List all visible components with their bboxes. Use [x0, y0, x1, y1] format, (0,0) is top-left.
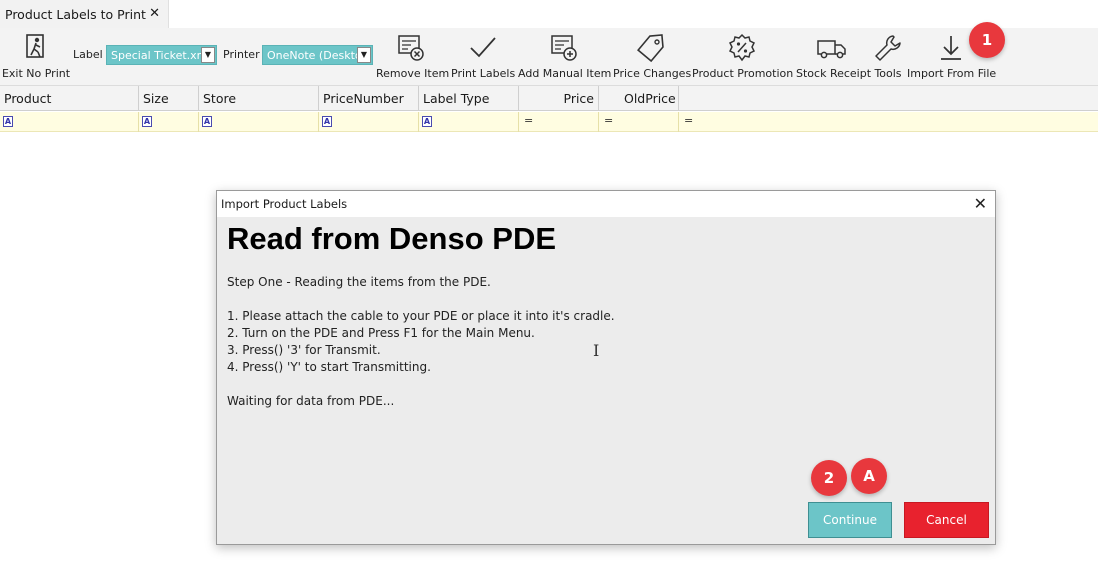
text-cursor-icon: I — [593, 341, 600, 360]
price-changes-button[interactable]: Price Changes — [613, 28, 692, 86]
callout-badge-a: A — [851, 458, 887, 494]
remove-item-label: Remove Item — [376, 67, 450, 80]
chevron-down-icon[interactable]: ▼ — [201, 47, 215, 63]
product-promotion-label: Product Promotion — [692, 67, 794, 80]
toolbar: Exit No Print Label Special Ticket.xml ▼… — [0, 28, 1098, 86]
waiting-status: Waiting for data from PDE... — [227, 394, 395, 408]
equals-filter-icon[interactable]: = — [524, 114, 533, 127]
instruction-line-1: 1. Please attach the cable to your PDE o… — [227, 309, 615, 323]
wrench-icon — [875, 35, 901, 61]
text-filter-icon[interactable]: A — [202, 116, 212, 127]
instruction-line-4: 4. Press() 'Y' to start Transmitting. — [227, 360, 431, 374]
tab-close-icon[interactable]: ✕ — [149, 6, 160, 21]
chevron-down-icon[interactable]: ▼ — [357, 47, 371, 63]
print-labels-label: Print Labels — [451, 67, 516, 80]
column-header-pricenumber[interactable]: PriceNumber — [319, 86, 419, 111]
continue-button[interactable]: Continue — [808, 502, 892, 538]
product-promotion-button[interactable]: Product Promotion — [692, 28, 794, 86]
filter-cell-store[interactable]: A — [199, 112, 319, 132]
stock-receipt-button[interactable]: Stock Receipt — [796, 28, 872, 86]
column-header-store[interactable]: Store — [199, 86, 319, 111]
price-changes-label: Price Changes — [613, 67, 692, 80]
tab-title: Product Labels to Print — [5, 6, 146, 22]
equals-filter-icon[interactable]: = — [684, 114, 693, 127]
column-header-price[interactable]: Price — [519, 86, 599, 111]
printer-select[interactable]: OneNote (Deskto ▼ — [262, 45, 373, 65]
stock-receipt-label: Stock Receipt — [796, 67, 872, 80]
label-select[interactable]: Special Ticket.xml ▼ — [106, 45, 217, 65]
import-product-labels-dialog: Import Product Labels ✕ Read from Denso … — [216, 190, 996, 545]
promotion-badge-icon — [728, 33, 755, 62]
filter-cell-price[interactable]: = — [519, 112, 599, 132]
filter-cell-label-type[interactable]: A — [419, 112, 519, 132]
filter-cell-oldprice[interactable]: = — [599, 112, 679, 132]
filter-cell-size[interactable]: A — [139, 112, 199, 132]
checkmark-icon — [470, 37, 496, 58]
printer-select-value: OneNote (Deskto — [267, 49, 362, 62]
import-from-file-label: Import From File — [907, 67, 997, 80]
close-icon[interactable]: ✕ — [974, 194, 987, 214]
print-labels-button[interactable]: Print Labels — [451, 28, 515, 86]
remove-item-button[interactable]: Remove Item — [376, 28, 450, 86]
text-filter-icon[interactable]: A — [3, 116, 13, 127]
download-icon — [940, 36, 961, 60]
label-select-value: Special Ticket.xml — [111, 49, 211, 62]
callout-badge-2: 2 — [811, 460, 847, 496]
step-text: Step One - Reading the items from the PD… — [227, 275, 491, 289]
callout-badge-1: 1 — [969, 22, 1005, 58]
exit-no-print-button[interactable]: Exit No Print — [0, 28, 72, 86]
text-filter-icon[interactable]: A — [422, 116, 432, 127]
price-tag-icon — [636, 34, 664, 63]
exit-icon — [26, 34, 44, 58]
dialog-title: Import Product Labels — [221, 197, 348, 211]
equals-filter-icon[interactable]: = — [604, 114, 613, 127]
exit-no-print-label: Exit No Print — [1, 67, 71, 80]
cancel-button[interactable]: Cancel — [904, 502, 989, 538]
truck-icon — [817, 40, 846, 59]
label-field-label: Label — [73, 48, 103, 61]
column-header-label-type[interactable]: Label Type — [419, 86, 519, 111]
text-filter-icon[interactable]: A — [322, 116, 332, 127]
column-header-product[interactable]: Product — [0, 86, 139, 111]
filter-row: A A A A A = = = — [0, 112, 1098, 132]
filter-cell-pricenumber[interactable]: A — [319, 112, 419, 132]
column-header-oldprice[interactable]: OldPrice — [599, 86, 679, 111]
grid-header: Product Size Store PriceNumber Label Typ… — [0, 86, 1098, 111]
add-manual-item-button[interactable]: Add Manual Item — [518, 28, 612, 86]
tools-label: Tools — [874, 67, 902, 80]
instruction-line-3: 3. Press() '3' for Transmit. — [227, 343, 381, 357]
filter-cell-product[interactable]: A — [0, 112, 139, 132]
add-manual-item-label: Add Manual Item — [518, 67, 612, 80]
printer-field-label: Printer — [223, 48, 260, 61]
instruction-line-2: 2. Turn on the PDE and Press F1 for the … — [227, 326, 535, 340]
column-header-size[interactable]: Size — [139, 86, 199, 111]
tools-button[interactable]: Tools — [871, 28, 905, 86]
tab-product-labels[interactable]: Product Labels to Print ✕ — [0, 0, 169, 28]
filter-cell-extra[interactable]: = — [679, 112, 699, 132]
text-filter-icon[interactable]: A — [142, 116, 152, 127]
add-item-icon — [550, 35, 577, 61]
remove-item-icon — [398, 35, 424, 61]
dialog-heading: Read from Denso PDE — [227, 221, 557, 256]
dialog-titlebar: Import Product Labels ✕ — [217, 191, 995, 217]
